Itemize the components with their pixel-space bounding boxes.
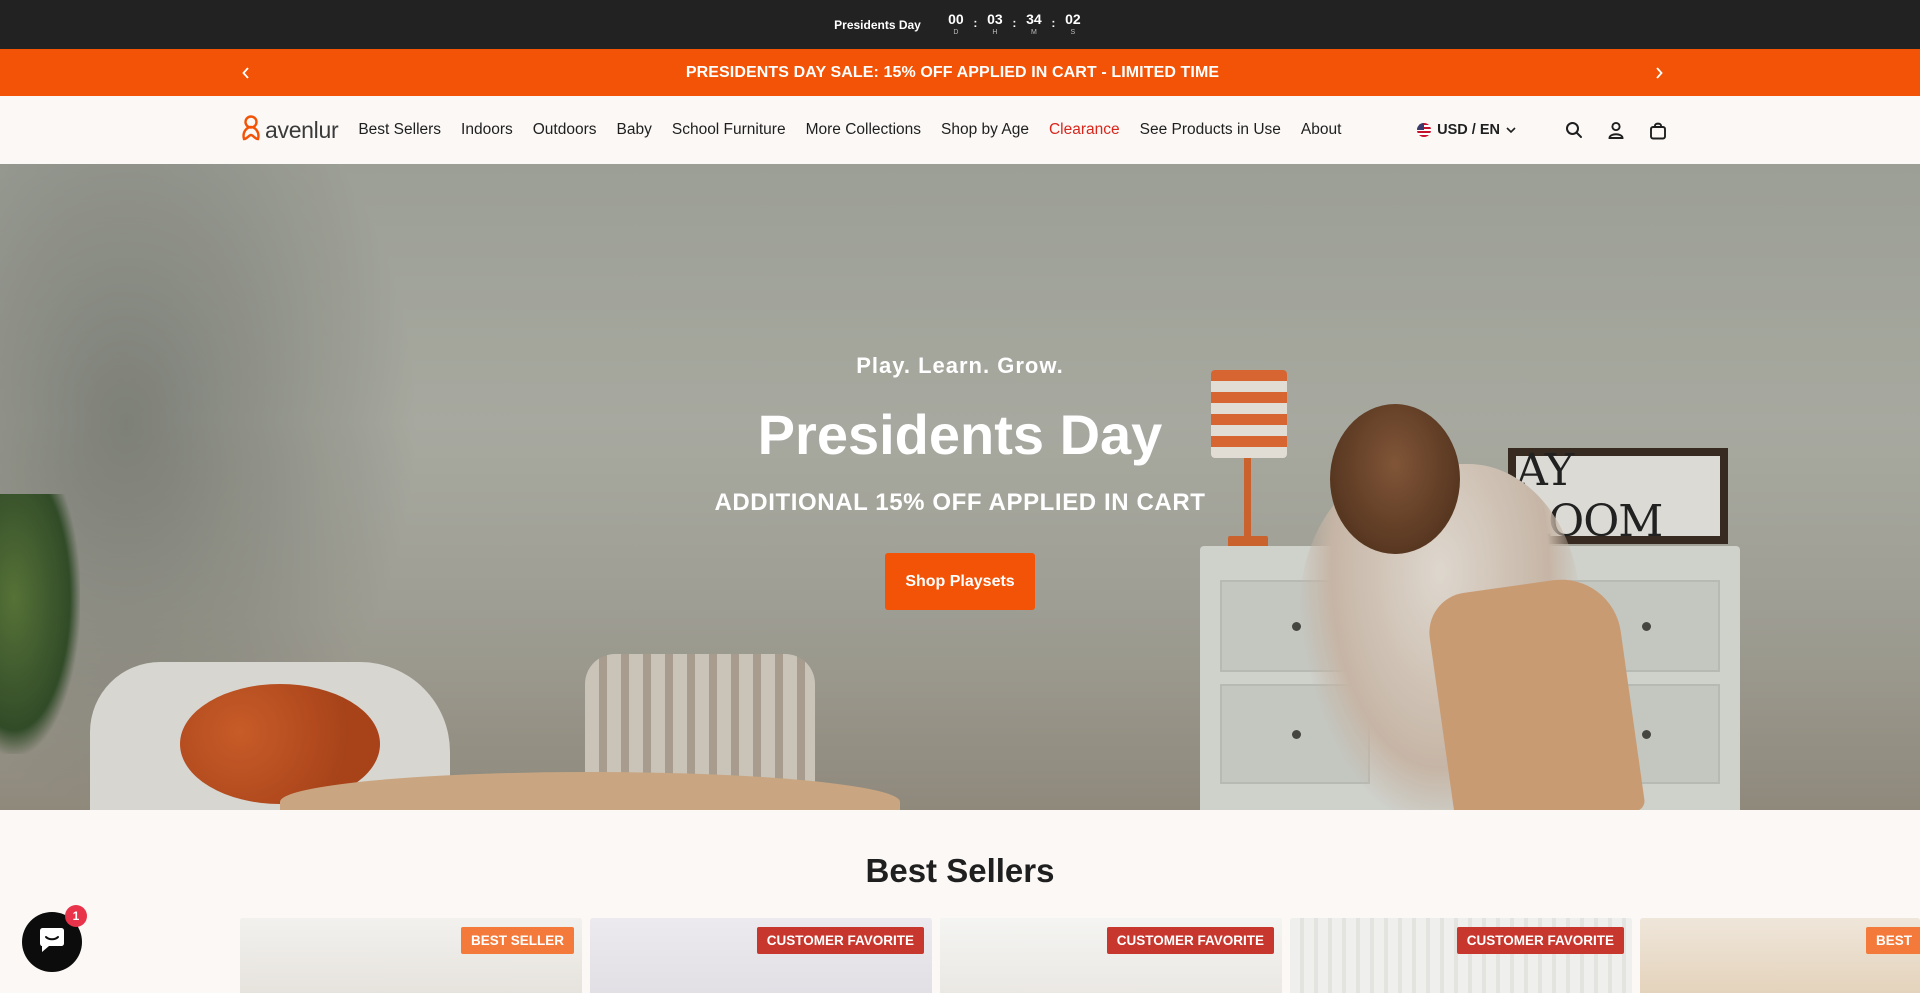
countdown-separator: :: [1012, 15, 1017, 30]
chevron-left-icon[interactable]: [240, 66, 252, 79]
countdown-label: Presidents Day: [834, 17, 921, 32]
countdown-days-value: 00: [948, 11, 964, 27]
countdown-hours: 03 H: [982, 11, 1008, 38]
countdown-days-unit: D: [953, 29, 959, 36]
header-actions: USD / EN: [1417, 96, 1668, 164]
countdown-hours-value: 03: [987, 11, 1003, 27]
shop-playsets-button[interactable]: Shop Playsets: [885, 553, 1035, 610]
product-badge: BEST SELLER: [460, 927, 574, 954]
product-card[interactable]: CUSTOMER FAVORITE: [590, 918, 932, 993]
product-card[interactable]: CUSTOMER FAVORITE: [1290, 918, 1632, 993]
product-badge: CUSTOMER FAVORITE: [756, 927, 924, 954]
logo-text: avenlur: [265, 116, 339, 143]
chat-icon: [37, 926, 67, 959]
nav-shop-by-age[interactable]: Shop by Age: [941, 121, 1029, 139]
product-badge: CUSTOMER FAVORITE: [1106, 927, 1274, 954]
nav-school-furniture[interactable]: School Furniture: [672, 121, 786, 139]
product-card[interactable]: BEST: [1640, 918, 1920, 993]
chevron-down-icon: [1506, 122, 1516, 138]
product-card[interactable]: BEST SELLER: [240, 918, 582, 993]
countdown-hours-unit: H: [992, 29, 998, 36]
chat-notification-badge: 1: [65, 905, 87, 927]
product-card[interactable]: CUSTOMER FAVORITE: [940, 918, 1282, 993]
hero-banner: AY ROOM Play. Learn. Grow. Presidents Da…: [0, 164, 1920, 810]
best-sellers-title: Best Sellers: [865, 852, 1055, 889]
main-nav: Best Sellers Indoors Outdoors Baby Schoo…: [358, 121, 1341, 139]
locale-selector[interactable]: USD / EN: [1417, 122, 1516, 138]
promo-bar: PRESIDENTS DAY SALE: 15% OFF APPLIED IN …: [0, 49, 1920, 96]
hero-subtitle: ADDITIONAL 15% OFF APPLIED IN CART: [714, 489, 1206, 516]
countdown-seconds-value: 02: [1065, 11, 1081, 27]
promo-text[interactable]: PRESIDENTS DAY SALE: 15% OFF APPLIED IN …: [686, 64, 1219, 82]
hero-title: Presidents Day: [757, 403, 1163, 466]
countdown-days: 00 D: [943, 11, 969, 38]
chevron-right-icon[interactable]: [1653, 66, 1665, 79]
countdown-seconds-unit: S: [1070, 29, 1076, 36]
nav-best-sellers[interactable]: Best Sellers: [358, 121, 441, 139]
search-icon[interactable]: [1564, 120, 1584, 140]
nav-outdoors[interactable]: Outdoors: [533, 121, 597, 139]
countdown-bar: Presidents Day 00 D : 03 H : 34 M : 02 S: [0, 0, 1920, 49]
product-badge: BEST: [1865, 927, 1920, 954]
countdown-minutes-unit: M: [1030, 29, 1037, 36]
hero-kicker: Play. Learn. Grow.: [856, 353, 1064, 378]
nav-see-products-in-use[interactable]: See Products in Use: [1140, 121, 1281, 139]
logo[interactable]: avenlur: [240, 114, 339, 146]
us-flag-icon: [1417, 123, 1432, 137]
hero-content: Play. Learn. Grow. Presidents Day ADDITI…: [0, 164, 1920, 810]
countdown-separator: :: [973, 15, 978, 30]
nav-indoors[interactable]: Indoors: [461, 121, 513, 139]
best-sellers-carousel: BEST SELLER CUSTOMER FAVORITE CUSTOMER F…: [240, 918, 1920, 993]
countdown-separator: :: [1051, 15, 1056, 30]
nav-about[interactable]: About: [1301, 121, 1342, 139]
product-badge: CUSTOMER FAVORITE: [1456, 927, 1624, 954]
cart-icon[interactable]: [1648, 120, 1668, 140]
countdown-minutes-value: 34: [1026, 11, 1042, 27]
locale-label: USD / EN: [1437, 122, 1500, 138]
countdown-seconds: 02 S: [1060, 11, 1086, 38]
countdown-minutes: 34 M: [1021, 11, 1047, 38]
nav-baby[interactable]: Baby: [617, 121, 652, 139]
nav-more-collections[interactable]: More Collections: [806, 121, 921, 139]
nav-clearance[interactable]: Clearance: [1049, 121, 1120, 139]
site-header: avenlur Best Sellers Indoors Outdoors Ba…: [0, 96, 1920, 164]
account-icon[interactable]: [1606, 120, 1626, 140]
logo-mark-icon: [240, 114, 262, 146]
